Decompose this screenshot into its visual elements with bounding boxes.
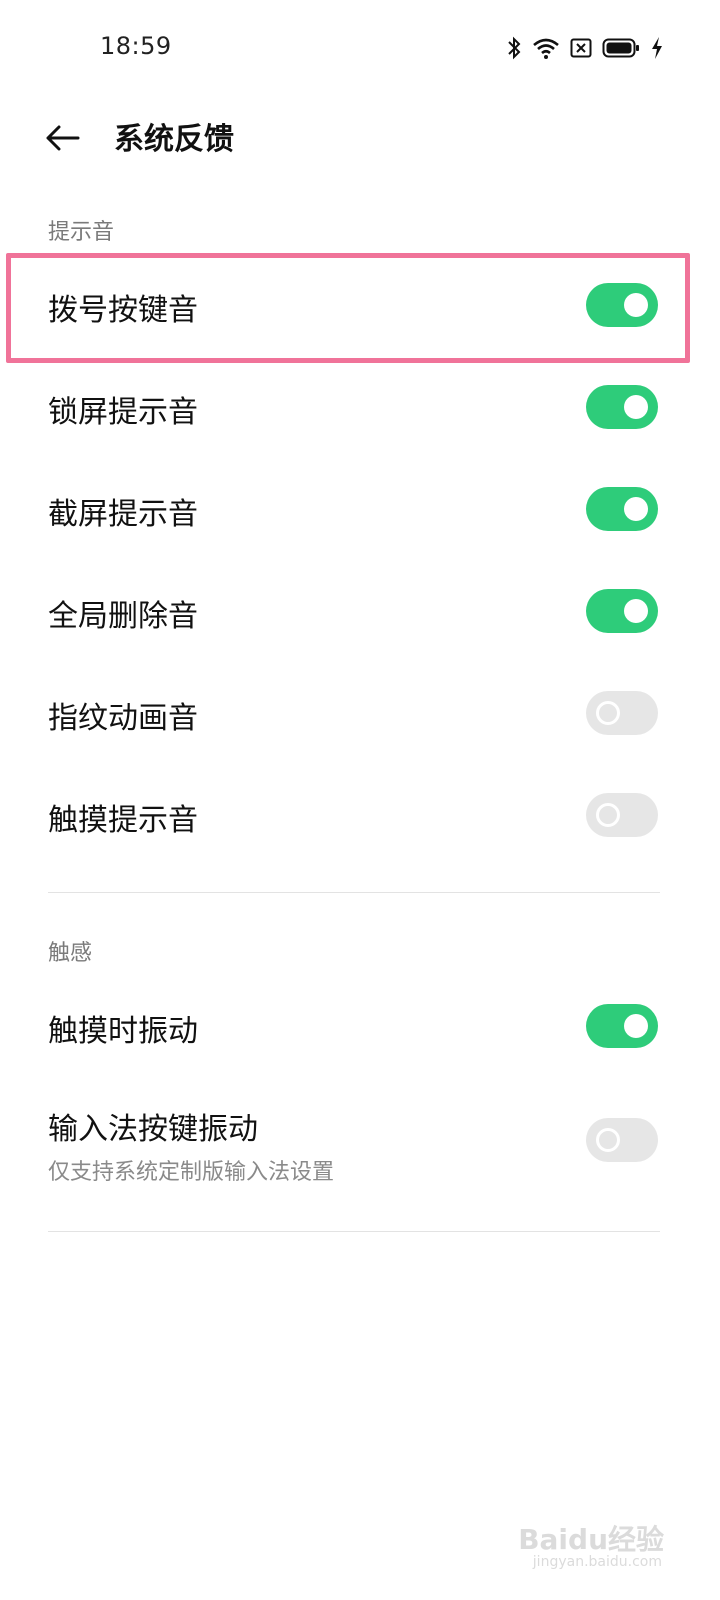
section-header-prompt-sounds: 提示音 xyxy=(48,220,115,245)
battery-icon xyxy=(602,37,640,59)
charging-icon xyxy=(650,36,664,60)
touch-tone-toggle[interactable] xyxy=(586,793,658,837)
back-button[interactable] xyxy=(40,118,84,162)
lock-screen-tone-toggle[interactable] xyxy=(586,385,658,429)
toggle-knob xyxy=(624,599,648,623)
watermark-url: jingyan.baidu.com xyxy=(532,1554,662,1570)
toggle-knob xyxy=(624,395,648,419)
global-delete-tone-toggle[interactable] xyxy=(586,589,658,633)
settings-row-vibrate-on-touch[interactable]: 触摸时振动 xyxy=(0,976,720,1078)
page-title: 系统反馈 xyxy=(114,122,234,157)
vibrate-on-touch-toggle[interactable] xyxy=(586,1004,658,1048)
row-label: 指纹动画音 xyxy=(48,701,198,736)
row-label: 拨号按键音 xyxy=(48,293,198,328)
toggle-knob xyxy=(596,1128,620,1152)
status-bar: 18:59 xyxy=(0,0,720,96)
sim-off-icon xyxy=(570,37,592,59)
toggle-knob xyxy=(596,701,620,725)
settings-row-global-delete-tone[interactable]: 全局删除音 xyxy=(0,561,720,663)
keyboard-vibration-toggle[interactable] xyxy=(586,1118,658,1162)
settings-row-lock-screen-tone[interactable]: 锁屏提示音 xyxy=(0,357,720,459)
arrow-left-icon xyxy=(44,124,80,156)
status-time: 18:59 xyxy=(100,32,172,60)
fingerprint-animation-tone-toggle[interactable] xyxy=(586,691,658,735)
row-label: 触摸提示音 xyxy=(48,803,198,838)
row-label: 输入法按键振动 xyxy=(48,1112,258,1147)
watermark-logo: Baidu经验 xyxy=(518,1523,664,1556)
section-divider xyxy=(48,892,660,893)
bluetooth-icon xyxy=(506,36,522,60)
wifi-icon xyxy=(532,36,560,60)
settings-row-touch-tone[interactable]: 触摸提示音 xyxy=(0,765,720,867)
row-label: 锁屏提示音 xyxy=(48,395,198,430)
row-label: 全局删除音 xyxy=(48,599,198,634)
settings-row-dial-pad-tone[interactable]: 拨号按键音 xyxy=(0,255,720,357)
toggle-knob xyxy=(624,293,648,317)
row-label: 截屏提示音 xyxy=(48,497,198,532)
screenshot-tone-toggle[interactable] xyxy=(586,487,658,531)
row-sublabel: 仅支持系统定制版输入法设置 xyxy=(48,1160,335,1185)
watermark: Baidu经验 jingyan.baidu.com xyxy=(518,1514,664,1574)
toggle-knob xyxy=(624,497,648,521)
settings-row-fingerprint-animation-tone[interactable]: 指纹动画音 xyxy=(0,663,720,765)
toggle-knob xyxy=(624,1014,648,1038)
section-divider xyxy=(48,1231,660,1232)
status-icons xyxy=(506,34,664,62)
settings-row-keyboard-vibration[interactable]: 输入法按键振动 仅支持系统定制版输入法设置 xyxy=(0,1082,720,1212)
section-header-haptics: 触感 xyxy=(48,941,93,966)
row-label: 触摸时振动 xyxy=(48,1014,198,1049)
page-header: 系统反馈 xyxy=(0,100,720,180)
dial-pad-tone-toggle[interactable] xyxy=(586,283,658,327)
settings-row-screenshot-tone[interactable]: 截屏提示音 xyxy=(0,459,720,561)
toggle-knob xyxy=(596,803,620,827)
